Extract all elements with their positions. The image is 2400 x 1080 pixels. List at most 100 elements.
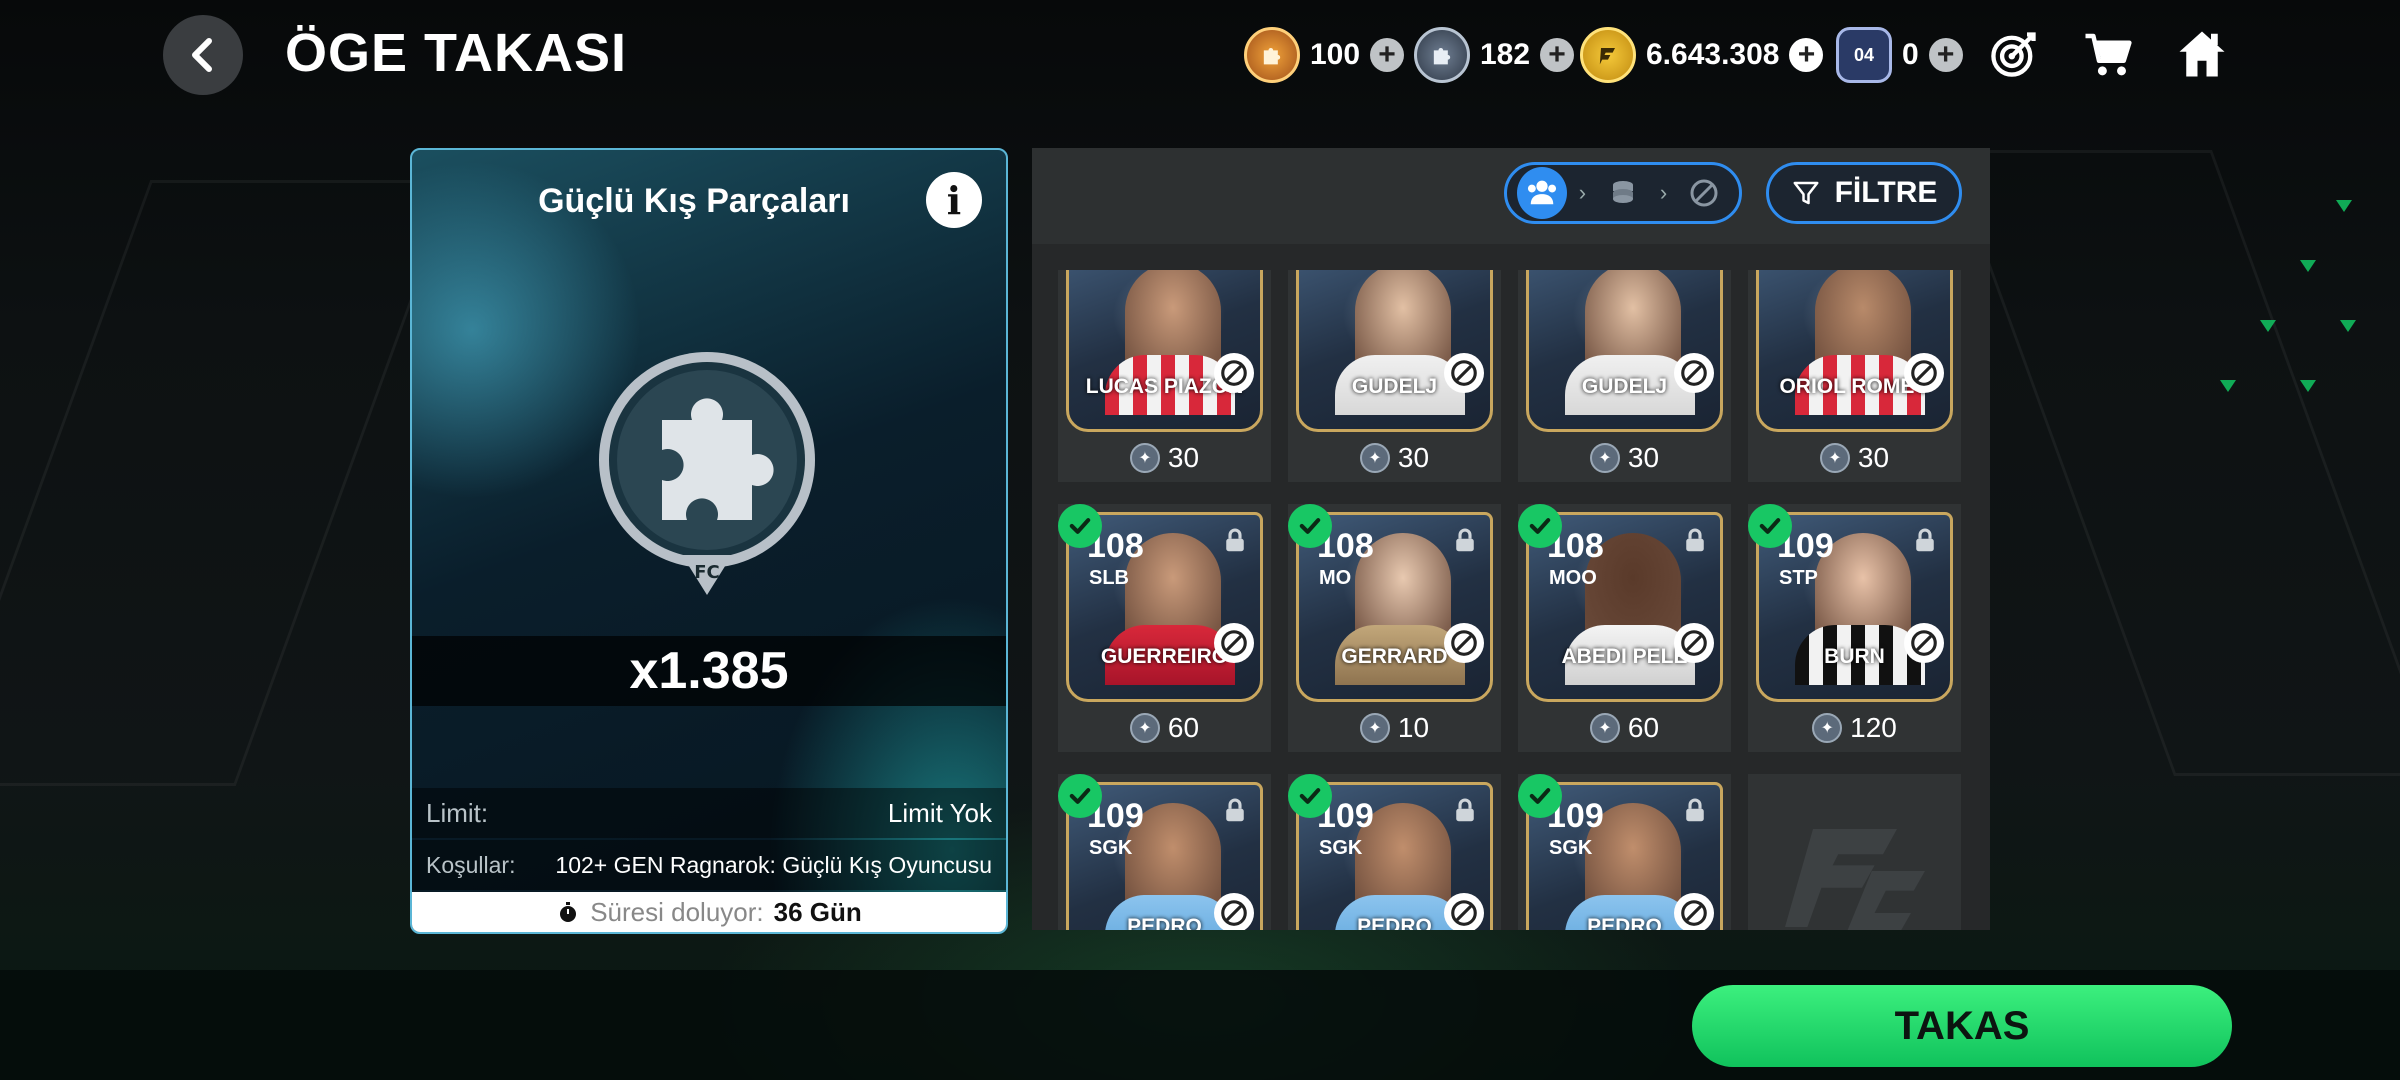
cost-value: 10	[1397, 712, 1430, 743]
card-cost: ✦ 120	[1748, 710, 1961, 746]
lock-icon	[1916, 528, 1934, 552]
decor-dot	[2260, 320, 2276, 332]
untradeable-icon	[1904, 623, 1944, 663]
player-card[interactable]: 109 SGK PEDRO	[1518, 774, 1731, 930]
selected-check-icon	[1288, 774, 1332, 818]
player-card[interactable]: 109 STP BURN ✦ 120	[1748, 504, 1961, 752]
untradeable-icon	[1214, 623, 1254, 663]
item-detail-panel: Güçlü Kış Parçaları i FC x1.385 Limit: L…	[410, 148, 1008, 934]
users-icon	[1527, 180, 1556, 205]
untradeable-icon	[1444, 893, 1484, 930]
add-currency-button[interactable]: +	[1789, 38, 1824, 72]
silver-puzzle-icon: ✦	[1129, 713, 1160, 743]
stopwatch-icon	[560, 902, 577, 922]
home-button[interactable]	[2174, 26, 2230, 82]
info-button[interactable]: i	[926, 172, 982, 228]
svg-text:FC: FC	[694, 562, 720, 583]
card-cost: ✦ 30	[1748, 440, 1961, 476]
club-players-toggle[interactable]	[1517, 167, 1567, 219]
background-shape	[1946, 150, 2400, 776]
silver-puzzle-icon: ✦	[1812, 713, 1843, 743]
untradeable-icon	[1904, 353, 1944, 393]
player-card[interactable]: LUCAS PIAZÓN ✦ 30	[1058, 270, 1271, 482]
currency-value: 182	[1480, 38, 1531, 71]
currency-gold-puzzle: 100 +	[1244, 27, 1405, 83]
silver-puzzle-badge: FC	[592, 350, 822, 610]
chevron-left-icon	[192, 38, 212, 72]
store-button[interactable]	[2080, 26, 2136, 82]
storage-toggle[interactable]	[1598, 167, 1648, 219]
currency-value: 6.643.308	[1646, 38, 1780, 71]
filter-button[interactable]: FİLTRE	[1766, 162, 1962, 224]
cost-value: 60	[1167, 712, 1200, 743]
card-cost: ✦ 60	[1058, 710, 1271, 746]
player-card[interactable]: 108 MOO ABEDI PELE ✦ 60	[1518, 504, 1731, 752]
lock-icon	[1686, 798, 1704, 822]
background-shape	[0, 180, 457, 786]
player-card-art: LUCAS PIAZÓN	[1066, 270, 1263, 432]
player-card[interactable]: 109 SGK PEDRO	[1288, 774, 1501, 930]
silver-puzzle-icon	[1414, 27, 1470, 83]
add-currency-button[interactable]: +	[1370, 38, 1405, 72]
decor-dot	[2300, 380, 2316, 392]
limit-label: Limit:	[426, 797, 489, 828]
objectives-button[interactable]	[1986, 26, 2042, 82]
limit-value: Limit Yok	[887, 797, 992, 828]
back-button[interactable]	[163, 15, 243, 95]
add-currency-button[interactable]: +	[1928, 38, 1963, 72]
expiry-value: 36 Gün	[773, 896, 862, 927]
card-cost: ✦ 30	[1058, 440, 1271, 476]
fc-logo-icon	[1784, 829, 1925, 930]
chevron-right-icon: ›	[1659, 180, 1668, 205]
decor-dot	[2340, 320, 2356, 332]
token-04-icon: 04	[1836, 27, 1892, 83]
selected-check-icon	[1748, 504, 1792, 548]
untradeable-icon	[1444, 623, 1484, 663]
player-card-art: GUDELJ	[1296, 270, 1493, 432]
decor-dot	[2300, 260, 2316, 272]
player-card-grid[interactable]: LUCAS PIAZÓN ✦ 30 GUDELJ ✦ 30 GUDELJ ✦ 3…	[1058, 270, 1978, 930]
player-card[interactable]: 108 MO GERRARD ✦ 10	[1288, 504, 1501, 752]
cost-value: 30	[1627, 442, 1660, 473]
cost-value: 60	[1627, 712, 1660, 743]
card-cost: ✦ 30	[1518, 440, 1731, 476]
player-position: SGK	[1549, 837, 1593, 859]
selected-check-icon	[1288, 504, 1332, 548]
currency-fc-coins: 6.643.308 +	[1580, 27, 1824, 83]
lock-icon	[1456, 798, 1474, 822]
empty-card-slot	[1748, 774, 1961, 930]
untradeable-icon	[1214, 353, 1254, 393]
silver-puzzle-icon: ✦	[1819, 443, 1850, 473]
player-position: MO	[1319, 567, 1352, 589]
player-card-art: ORIOL ROMEU	[1756, 270, 1953, 432]
silver-puzzle-icon: ✦	[1589, 443, 1620, 473]
lock-icon	[1226, 798, 1244, 822]
player-card[interactable]: ORIOL ROMEU ✦ 30	[1748, 270, 1961, 482]
home-icon	[2179, 31, 2225, 77]
player-position: STP	[1779, 567, 1818, 589]
puzzle-piece-icon: FC	[599, 352, 815, 595]
info-icon: i	[946, 177, 962, 223]
card-cost: ✦ 30	[1288, 440, 1501, 476]
silver-puzzle-icon: ✦	[1359, 443, 1390, 473]
expiry-row: Süresi doluyor: 36 Gün	[412, 892, 1006, 932]
player-card[interactable]: 108 SLB GUERREIRO ✦ 60	[1058, 504, 1271, 752]
untradeable-toggle[interactable]	[1679, 167, 1729, 219]
player-card[interactable]: GUDELJ ✦ 30	[1518, 270, 1731, 482]
player-position: MOO	[1549, 567, 1597, 589]
target-icon	[1991, 32, 2036, 77]
filter-label: FİLTRE	[1834, 176, 1938, 209]
silver-puzzle-icon: ✦	[1359, 713, 1390, 743]
decor-dot	[2220, 380, 2236, 392]
player-card[interactable]: GUDELJ ✦ 30	[1288, 270, 1501, 482]
exchange-button[interactable]: TAKAS	[1692, 985, 2232, 1067]
fc-coin-icon	[1580, 27, 1636, 83]
page-title: ÖGE TAKASI	[285, 23, 628, 83]
filter-bar: › › FİLTRE	[1032, 148, 1990, 244]
selected-check-icon	[1058, 504, 1102, 548]
chevron-right-icon: ›	[1578, 180, 1587, 205]
player-card[interactable]: 109 SGK PEDRO	[1058, 774, 1271, 930]
silver-puzzle-icon: ✦	[1589, 713, 1620, 743]
player-selection-panel: › › FİLTRE LUCAS PIAZÓN ✦ 30 GUDELJ ✦ 30…	[1032, 148, 1990, 930]
add-currency-button[interactable]: +	[1540, 38, 1575, 72]
